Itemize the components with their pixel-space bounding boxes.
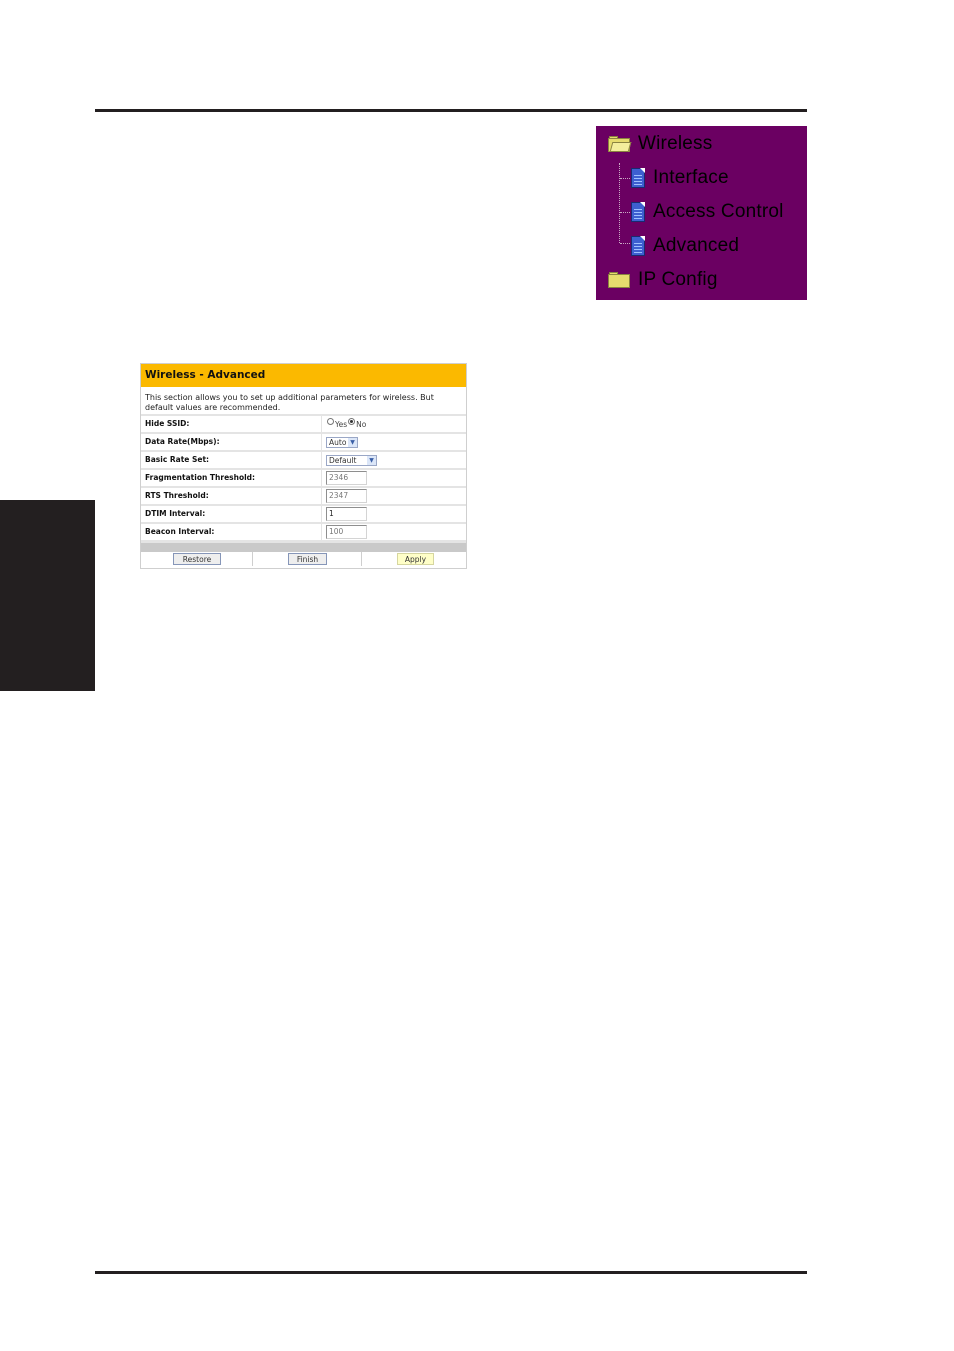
tree-item-label: Access Control xyxy=(653,201,784,222)
rts-threshold-input[interactable]: 2347 xyxy=(326,489,367,503)
top-rule xyxy=(95,109,807,112)
field-label: DTIM Interval: xyxy=(141,506,322,522)
tree-connector xyxy=(620,212,630,213)
field-label: Hide SSID: xyxy=(141,416,322,432)
tree-connector xyxy=(619,163,620,243)
separator-bar xyxy=(141,542,466,552)
tree-item-advanced[interactable]: Advanced xyxy=(631,235,739,257)
document-icon xyxy=(631,168,645,188)
tree-item-label: Advanced xyxy=(653,235,740,256)
fragmentation-threshold-input[interactable]: 2346 xyxy=(326,471,367,485)
radio-label-yes: Yes xyxy=(335,419,348,429)
tree-item-ip-config[interactable]: IP Config xyxy=(608,269,718,291)
form-row-fragmentation-threshold: Fragmentation Threshold: 2346 xyxy=(141,470,466,488)
apply-button[interactable]: Apply xyxy=(397,553,434,565)
beacon-interval-input[interactable]: 100 xyxy=(326,525,367,539)
field-label: Fragmentation Threshold: xyxy=(141,470,322,486)
document-icon xyxy=(631,202,645,222)
form-row-dtim-interval: DTIM Interval: 1 xyxy=(141,506,466,524)
tree-connector xyxy=(620,243,630,244)
button-row: Restore Finish Apply xyxy=(141,552,466,566)
tree-item-interface[interactable]: Interface xyxy=(631,167,729,189)
tree-item-access-control[interactable]: Access Control xyxy=(631,201,784,223)
tree-connector xyxy=(620,178,630,179)
finish-button[interactable]: Finish xyxy=(288,553,327,565)
form-row-beacon-interval: Beacon Interval: 100 xyxy=(141,524,466,542)
tree-item-label: Wireless xyxy=(638,133,713,154)
data-rate-select[interactable]: Auto ▼ xyxy=(326,436,358,448)
panel-description: This section allows you to set up additi… xyxy=(141,387,466,416)
tree-item-label: IP Config xyxy=(638,269,718,290)
form-row-hide-ssid: Hide SSID: Yes No xyxy=(141,416,466,434)
radio-label-no: No xyxy=(356,419,367,429)
document-icon xyxy=(631,236,645,256)
restore-button[interactable]: Restore xyxy=(173,553,221,565)
tree-item-label: Interface xyxy=(653,167,729,188)
hide-ssid-no-radio[interactable] xyxy=(348,417,356,425)
field-label: Basic Rate Set: xyxy=(141,452,322,468)
field-label: Beacon Interval: xyxy=(141,524,322,540)
chevron-down-icon: ▼ xyxy=(367,455,376,465)
form-row-basic-rate-set: Basic Rate Set: Default ▼ xyxy=(141,452,466,470)
field-label: RTS Threshold: xyxy=(141,488,322,504)
panel-title: Wireless - Advanced xyxy=(141,364,466,387)
chapter-side-tab xyxy=(0,500,95,691)
form-row-data-rate: Data Rate(Mbps): Auto ▼ xyxy=(141,434,466,452)
form-row-rts-threshold: RTS Threshold: 2347 xyxy=(141,488,466,506)
select-value: Auto xyxy=(329,437,347,447)
select-value: Default xyxy=(329,455,357,465)
folder-open-icon xyxy=(608,136,632,152)
chevron-down-icon: ▼ xyxy=(348,437,357,447)
folder-closed-icon xyxy=(608,272,630,288)
dtim-interval-input[interactable]: 1 xyxy=(326,507,367,521)
basic-rate-set-select[interactable]: Default ▼ xyxy=(326,454,377,466)
field-label: Data Rate(Mbps): xyxy=(141,434,322,450)
tree-item-wireless[interactable]: Wireless xyxy=(608,133,712,155)
bottom-rule xyxy=(95,1271,807,1274)
hide-ssid-yes-radio[interactable] xyxy=(327,417,334,425)
wireless-advanced-panel: Wireless - Advanced This section allows … xyxy=(140,363,467,569)
